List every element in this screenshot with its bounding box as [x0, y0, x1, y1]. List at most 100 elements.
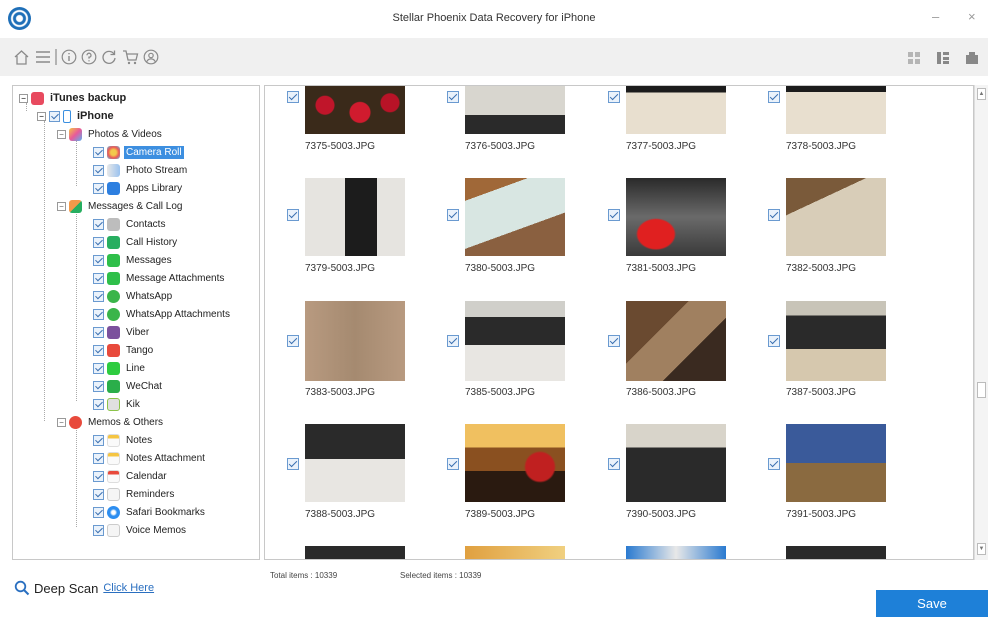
collapse-icon[interactable]: − [57, 129, 66, 139]
tree-root-itunes-backup[interactable]: − iTunes backup [19, 89, 128, 107]
photo-thumbnail[interactable] [305, 86, 405, 134]
minimize-button[interactable]: – [932, 9, 939, 24]
tree-item-kik[interactable]: Kik [93, 395, 142, 413]
checkbox[interactable] [93, 524, 104, 536]
photo-thumbnail[interactable] [465, 301, 565, 381]
tile-checkbox[interactable] [287, 458, 299, 470]
detail-view-icon[interactable] [966, 51, 978, 64]
deep-scan-link[interactable]: Click Here [103, 582, 154, 594]
tree-item-line[interactable]: Line [93, 359, 147, 377]
checkbox[interactable] [93, 218, 104, 230]
photo-thumbnail[interactable] [465, 424, 565, 502]
tree-item-call-history[interactable]: Call History [93, 233, 179, 251]
tree-group-messages-call-log[interactable]: − Messages & Call Log [57, 197, 185, 215]
tree-item-whatsapp-attachments[interactable]: WhatsApp Attachments [93, 305, 232, 323]
photo-thumbnail[interactable] [786, 178, 886, 256]
photo-thumbnail[interactable] [465, 546, 565, 559]
checkbox[interactable] [93, 272, 104, 284]
photo-thumbnail[interactable] [305, 178, 405, 256]
checkbox[interactable] [93, 236, 104, 248]
photo-thumbnail[interactable] [786, 301, 886, 381]
tile-checkbox[interactable] [768, 209, 780, 221]
tree-item-apps-library[interactable]: Apps Library [93, 179, 184, 197]
photo-thumbnail[interactable] [626, 546, 726, 559]
checkbox[interactable] [93, 254, 104, 266]
save-button[interactable]: Save [876, 590, 988, 617]
tile-checkbox[interactable] [768, 458, 780, 470]
close-button[interactable]: × [968, 9, 976, 24]
checkbox[interactable] [93, 290, 104, 302]
photo-thumbnail[interactable] [626, 424, 726, 502]
collapse-icon[interactable]: − [37, 111, 46, 121]
checkbox[interactable] [93, 182, 104, 194]
tile-checkbox[interactable] [447, 91, 459, 103]
checkbox[interactable] [93, 380, 104, 392]
tree-item-message-attachments[interactable]: Message Attachments [93, 269, 226, 287]
tree-item-messages[interactable]: Messages [93, 251, 174, 269]
photo-thumbnail[interactable] [786, 424, 886, 502]
list-view-icon[interactable] [937, 51, 949, 64]
collapse-icon[interactable]: − [19, 93, 28, 103]
checkbox[interactable] [93, 506, 104, 518]
refresh-icon[interactable] [100, 47, 118, 67]
photo-thumbnail[interactable] [626, 178, 726, 256]
help-icon[interactable] [80, 47, 98, 67]
collapse-icon[interactable]: − [57, 201, 66, 211]
tree-item-photo-stream[interactable]: Photo Stream [93, 161, 189, 179]
info-icon[interactable] [60, 47, 78, 67]
checkbox[interactable] [93, 326, 104, 338]
photo-thumbnail[interactable] [465, 178, 565, 256]
cart-icon[interactable] [121, 47, 139, 67]
checkbox[interactable] [93, 362, 104, 374]
tree-item-camera-roll[interactable]: Camera Roll [93, 143, 184, 161]
tree-item-safari-bookmarks[interactable]: Safari Bookmarks [93, 503, 207, 521]
tile-checkbox[interactable] [287, 91, 299, 103]
tile-checkbox[interactable] [768, 335, 780, 347]
checkbox[interactable] [93, 308, 104, 320]
photo-thumbnail[interactable] [786, 86, 886, 134]
user-icon[interactable] [142, 47, 160, 67]
photo-thumbnail[interactable] [305, 301, 405, 381]
tile-checkbox[interactable] [447, 209, 459, 221]
checkbox[interactable] [93, 488, 104, 500]
tile-checkbox[interactable] [608, 335, 620, 347]
photo-thumbnail[interactable] [786, 546, 886, 559]
checkbox[interactable] [93, 452, 104, 464]
checkbox[interactable] [93, 398, 104, 410]
tile-checkbox[interactable] [287, 209, 299, 221]
checkbox[interactable] [93, 434, 104, 446]
tile-checkbox[interactable] [768, 91, 780, 103]
checkbox[interactable] [93, 164, 104, 176]
tree-item-tango[interactable]: Tango [93, 341, 155, 359]
checkbox[interactable] [93, 146, 104, 158]
tree-item-notes-attachment[interactable]: Notes Attachment [93, 449, 207, 467]
checkbox[interactable] [93, 470, 104, 482]
home-icon[interactable] [12, 47, 30, 67]
tile-checkbox[interactable] [608, 458, 620, 470]
tree-item-contacts[interactable]: Contacts [93, 215, 167, 233]
tree-device-iphone[interactable]: − iPhone [37, 107, 116, 125]
photo-thumbnail[interactable] [626, 301, 726, 381]
tree-item-voice-memos[interactable]: Voice Memos [93, 521, 188, 539]
tile-checkbox[interactable] [447, 458, 459, 470]
photo-thumbnail[interactable] [305, 546, 405, 559]
tile-checkbox[interactable] [287, 335, 299, 347]
tree-item-calendar[interactable]: Calendar [93, 467, 169, 485]
tree-group-photos-videos[interactable]: − Photos & Videos [57, 125, 164, 143]
tile-checkbox[interactable] [447, 335, 459, 347]
checkbox[interactable] [93, 344, 104, 356]
photo-thumbnail[interactable] [626, 86, 726, 134]
tile-checkbox[interactable] [608, 209, 620, 221]
grid-scrollbar[interactable]: ▲ ▼ [974, 85, 988, 560]
checkbox[interactable] [49, 110, 60, 122]
tree-item-wechat[interactable]: WeChat [93, 377, 164, 395]
menu-icon[interactable] [34, 47, 52, 67]
tree-item-notes[interactable]: Notes [93, 431, 154, 449]
grid-view-icon[interactable] [908, 51, 920, 64]
scroll-down-icon[interactable]: ▼ [977, 543, 986, 555]
collapse-icon[interactable]: − [57, 417, 66, 427]
tree-item-whatsapp[interactable]: WhatsApp [93, 287, 174, 305]
scroll-up-icon[interactable]: ▲ [977, 88, 986, 100]
tile-checkbox[interactable] [608, 91, 620, 103]
photo-thumbnail[interactable] [305, 424, 405, 502]
